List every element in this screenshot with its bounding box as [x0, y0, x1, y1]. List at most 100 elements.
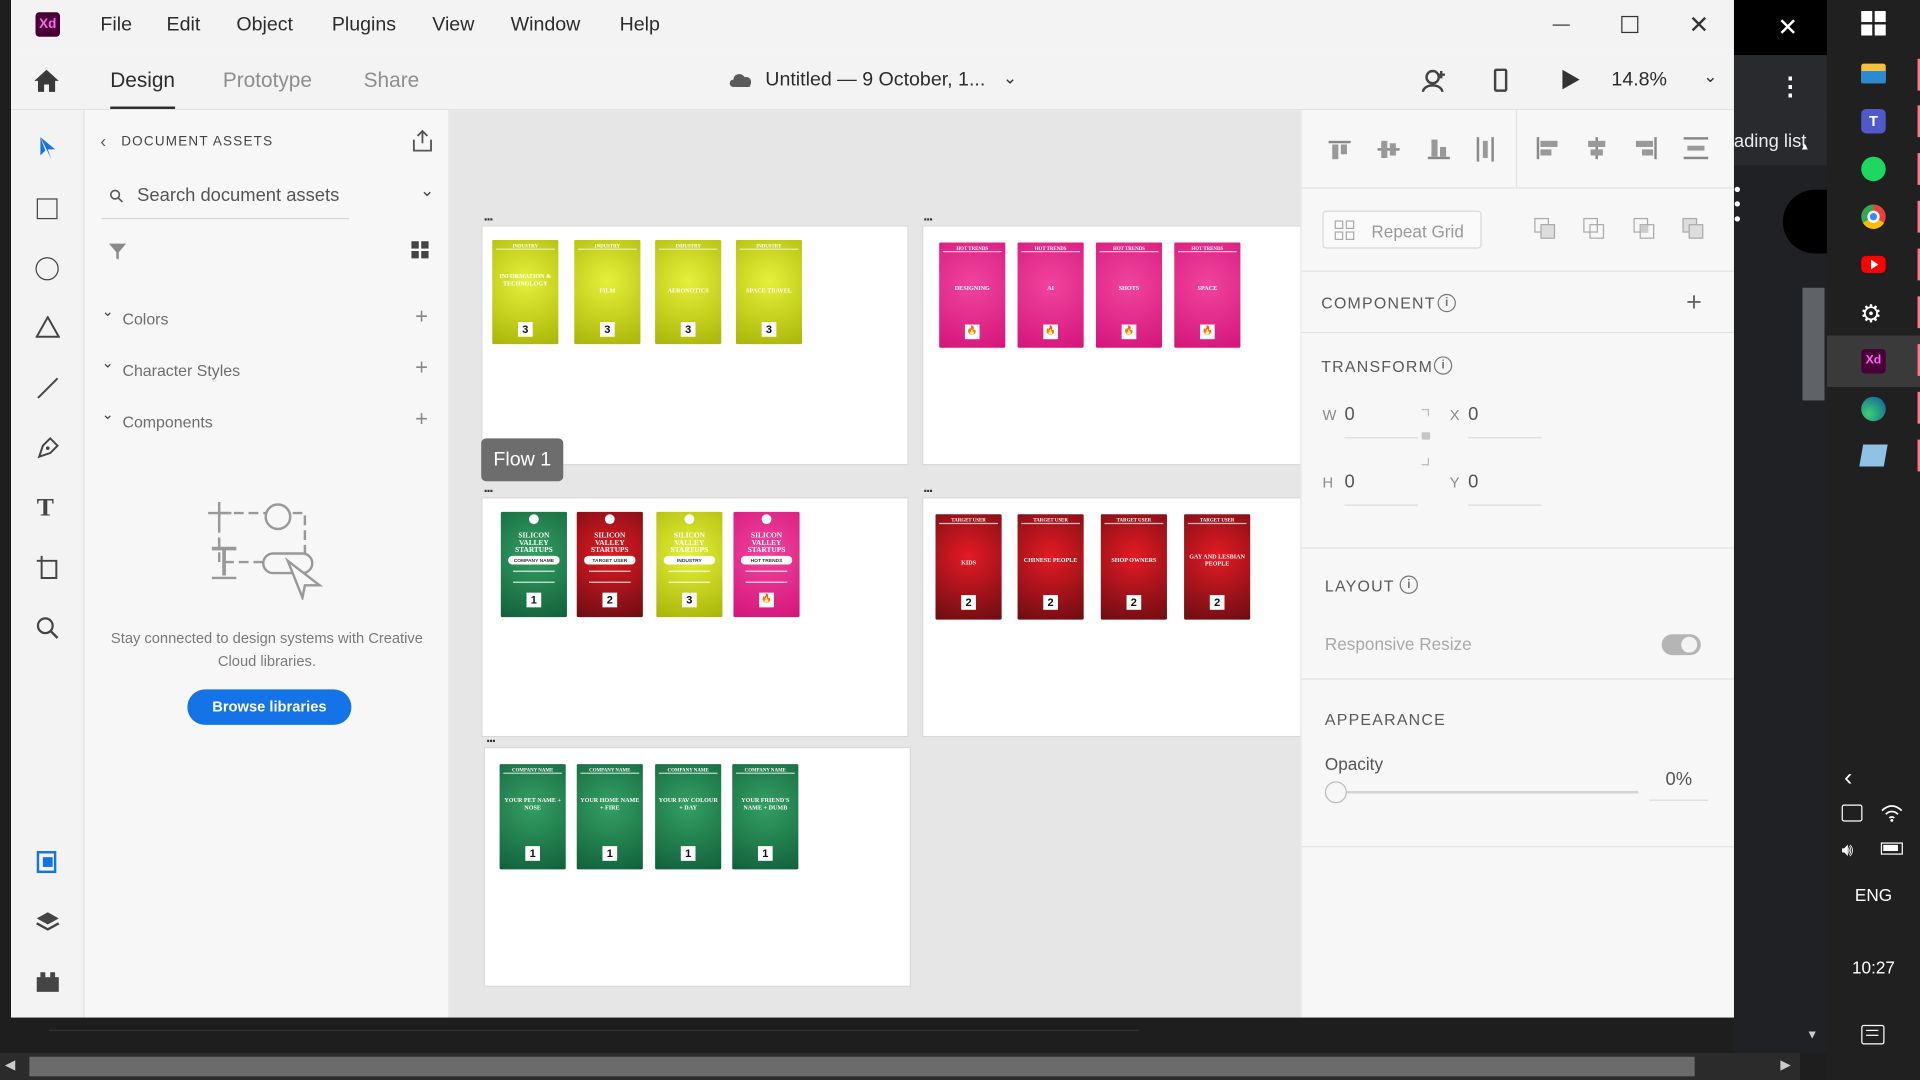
- title-chevron-down-icon[interactable]: ⌄: [1003, 67, 1017, 88]
- filter-icon[interactable]: [107, 240, 129, 262]
- width-input[interactable]: 0: [1344, 404, 1418, 439]
- layout-info-icon[interactable]: i: [1399, 575, 1418, 594]
- home-icon[interactable]: [32, 66, 61, 95]
- youtube-icon[interactable]: [1861, 255, 1886, 274]
- card-industry-3[interactable]: INDUSTRY AERONOTICS 3: [655, 240, 722, 345]
- artboard-hot-trends[interactable]: HOT TRENDS DESIGNING 🔥 HOT TRENDS AI 🔥 H…: [922, 225, 1301, 466]
- flow-label[interactable]: Flow 1: [481, 438, 564, 482]
- card-industry-1[interactable]: INDUSTRY INFORMATION & TECHNOLOGY 3: [492, 240, 559, 345]
- scrollbar-thumb[interactable]: [1802, 287, 1825, 401]
- add-color-icon[interactable]: +: [415, 304, 428, 330]
- plugins-icon[interactable]: [34, 969, 61, 996]
- clock[interactable]: 10:27: [1827, 958, 1920, 978]
- boolean-add-icon[interactable]: [1534, 217, 1556, 240]
- pen-tool-icon[interactable]: [34, 435, 61, 462]
- chrome-icon[interactable]: [1861, 204, 1886, 229]
- card-startup-2[interactable]: SILICON VALLEY STARTUPS TARGET USER 2: [576, 511, 643, 618]
- zoom-chevron-down-icon[interactable]: ⌄: [1703, 66, 1717, 87]
- xd-taskbar-icon[interactable]: Xd: [1861, 348, 1886, 374]
- language-indicator[interactable]: ENG: [1827, 885, 1920, 905]
- responsive-resize-toggle[interactable]: [1661, 634, 1701, 656]
- card-startup-4[interactable]: SILICON VALLEY STARTUPS HOT TRENDS 🔥: [733, 511, 800, 618]
- opacity-slider-handle[interactable]: [1324, 781, 1347, 804]
- character-styles-section[interactable]: ⌄ Character Styles +: [102, 354, 433, 382]
- meet-now-icon[interactable]: [1841, 804, 1863, 822]
- artboard-menu-dots[interactable]: ...: [923, 480, 933, 495]
- browse-libraries-button[interactable]: Browse libraries: [187, 689, 352, 725]
- align-right-icon[interactable]: [1635, 137, 1657, 160]
- artboard-menu-dots[interactable]: ...: [923, 208, 933, 223]
- rectangle-tool-icon[interactable]: [36, 198, 58, 220]
- artboard-startups[interactable]: SILICON VALLEY STARTUPS COMPANY NAME 1 S…: [481, 497, 909, 738]
- card-hot-trends-2[interactable]: HOT TRENDS AI 🔥: [1017, 242, 1084, 348]
- artboard-menu-dots[interactable]: ...: [486, 730, 496, 745]
- menu-edit[interactable]: Edit: [167, 15, 201, 37]
- play-icon[interactable]: [1559, 67, 1583, 91]
- menu-view[interactable]: View: [432, 15, 474, 37]
- battery-icon[interactable]: [1880, 842, 1903, 855]
- artboard-company-name[interactable]: COMPANY NAME YOUR PET NAME + NOSE 1 COMP…: [483, 746, 912, 987]
- invite-user-icon[interactable]: [1419, 66, 1448, 95]
- menu-plugins[interactable]: Plugins: [332, 15, 396, 37]
- card-company-name-1[interactable]: COMPANY NAME YOUR PET NAME + NOSE 1: [499, 764, 566, 870]
- artboard-industry[interactable]: INDUSTRY INFORMATION & TECHNOLOGY 3 INDU…: [481, 225, 909, 466]
- card-hot-trends-1[interactable]: HOT TRENDS DESIGNING 🔥: [939, 242, 1006, 348]
- card-hot-trends-3[interactable]: HOT TRENDS SHOTS 🔥: [1095, 242, 1163, 348]
- notes-icon[interactable]: [1859, 444, 1888, 467]
- menu-file[interactable]: File: [100, 15, 132, 37]
- artboard-menu-dots[interactable]: ...: [484, 208, 494, 223]
- tab-prototype[interactable]: Prototype: [223, 69, 312, 93]
- card-startup-1[interactable]: SILICON VALLEY STARTUPS COMPANY NAME 1: [500, 511, 567, 618]
- components-section[interactable]: ⌄ Components +: [102, 405, 433, 433]
- file-explorer-icon[interactable]: [1861, 63, 1886, 84]
- card-hot-trends-4[interactable]: HOT TRENDS SPACE 🔥: [1174, 242, 1241, 348]
- back-chevron-icon[interactable]: ‹: [100, 131, 106, 151]
- x-input[interactable]: 0: [1468, 404, 1542, 439]
- tab-design[interactable]: Design: [110, 69, 175, 93]
- close-window-icon[interactable]: ✕: [1689, 10, 1710, 41]
- volume-icon[interactable]: 🔊︎: [1842, 840, 1854, 861]
- show-hidden-icons-chevron-icon[interactable]: ‹: [1844, 764, 1852, 792]
- menu-object[interactable]: Object: [236, 15, 293, 37]
- search-input[interactable]: Search document assets: [137, 185, 349, 209]
- menu-dots-icon[interactable]: ⋮: [1778, 71, 1802, 102]
- start-icon[interactable]: [1861, 11, 1886, 36]
- xd-logo[interactable]: Xd: [35, 12, 61, 37]
- notifications-icon[interactable]: [1861, 1024, 1885, 1045]
- card-target-user-1[interactable]: TARGET USER KIDS 2: [935, 514, 1002, 620]
- card-industry-2[interactable]: INDUSTRY FILM 3: [574, 240, 641, 345]
- lock-aspect-icon[interactable]: [1421, 408, 1432, 470]
- card-startup-3[interactable]: SILICON VALLEY STARTUPS INDUSTRY 3: [656, 511, 723, 618]
- align-middle-icon[interactable]: [1377, 140, 1400, 160]
- export-icon[interactable]: [409, 127, 436, 154]
- align-bottom-icon[interactable]: [1427, 139, 1450, 160]
- text-tool-icon[interactable]: T: [37, 492, 54, 523]
- add-component-state-icon[interactable]: +: [1686, 287, 1702, 319]
- card-company-name-3[interactable]: COMPANY NAME YOUR FAV COLOUR + DAY 1: [655, 764, 722, 870]
- ellipse-tool-icon[interactable]: [35, 257, 59, 281]
- artboard-target-user[interactable]: TARGET USER KIDS 2 TARGET USER CHINESE P…: [922, 497, 1301, 738]
- y-input[interactable]: 0: [1468, 471, 1542, 506]
- artboard-tool-icon[interactable]: [34, 553, 61, 580]
- card-industry-4[interactable]: INDUSTRY SPACE TRAVEL 3: [735, 240, 803, 345]
- document-title[interactable]: Untitled — 9 October, 1...: [765, 70, 985, 92]
- menu-window[interactable]: Window: [511, 15, 581, 37]
- add-character-style-icon[interactable]: +: [415, 355, 428, 381]
- grid-view-icon[interactable]: [410, 240, 430, 260]
- assets-panel-icon[interactable]: [34, 849, 61, 876]
- maximize-icon[interactable]: [1621, 15, 1639, 34]
- teams-icon[interactable]: T: [1861, 108, 1886, 134]
- zoom-level[interactable]: 14.8%: [1611, 70, 1667, 92]
- search-chevron-down-icon[interactable]: ⌄: [420, 180, 434, 201]
- boolean-subtract-icon[interactable]: [1583, 217, 1605, 240]
- transform-info-icon[interactable]: i: [1433, 356, 1453, 375]
- card-target-user-3[interactable]: TARGET USER SHOP OWNERS 2: [1100, 514, 1167, 620]
- colors-section[interactable]: ⌄ Colors +: [102, 302, 433, 330]
- horizontal-scrollbar[interactable]: ◀ ▶: [0, 1053, 1801, 1080]
- spotify-icon[interactable]: [1861, 156, 1886, 182]
- component-info-icon[interactable]: i: [1437, 293, 1456, 313]
- canvas[interactable]: ... INDUSTRY INFORMATION & TECHNOLOGY 3 …: [449, 110, 1301, 1018]
- layers-icon[interactable]: [34, 909, 61, 936]
- card-target-user-2[interactable]: TARGET USER CHINESE PEOPLE 2: [1017, 514, 1084, 620]
- line-tool-icon[interactable]: [34, 375, 61, 402]
